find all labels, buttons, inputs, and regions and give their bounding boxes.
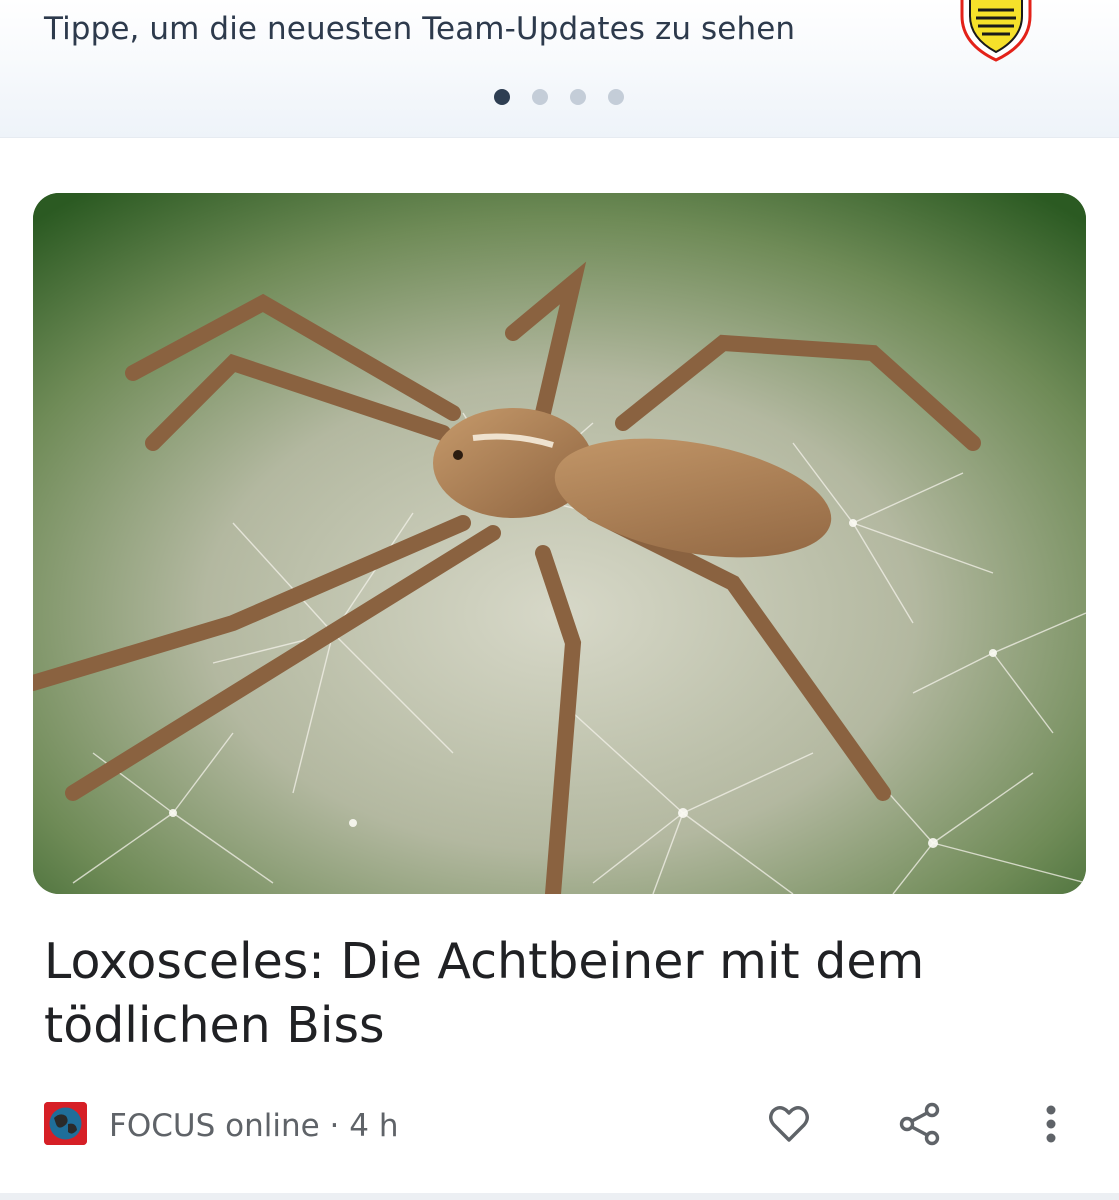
team-updates-prompt[interactable]: Tippe, um die neuesten Team-Updates zu s…: [44, 11, 795, 47]
source-name[interactable]: FOCUS online: [109, 1108, 320, 1144]
article-age: 4 h: [349, 1108, 399, 1144]
heart-icon: [769, 1106, 809, 1142]
article-meta-row: FOCUS online · 4 h: [44, 1100, 1084, 1150]
share-button[interactable]: [896, 1100, 944, 1148]
pager-dots: [494, 89, 624, 105]
pager-dot[interactable]: [532, 89, 548, 105]
like-button[interactable]: [765, 1100, 813, 1148]
pager-dot[interactable]: [608, 89, 624, 105]
source-label: FOCUS online · 4 h: [109, 1108, 398, 1144]
meta-separator: ·: [329, 1108, 340, 1144]
team-updates-card[interactable]: Tippe, um die neuesten Team-Updates zu s…: [0, 0, 1119, 138]
focus-online-logo-icon: [44, 1102, 87, 1145]
pager-dot[interactable]: [570, 89, 586, 105]
article-image[interactable]: [33, 193, 1086, 894]
card-divider: [0, 1193, 1119, 1200]
pager-dot-active[interactable]: [494, 89, 510, 105]
article-headline[interactable]: Loxosceles: Die Achtbeiner mit dem tödli…: [44, 930, 1044, 1058]
more-options-button[interactable]: [1027, 1100, 1075, 1148]
vfb-stuttgart-crest-icon[interactable]: [956, 0, 1036, 62]
more-vert-icon: [1046, 1105, 1056, 1143]
share-icon: [899, 1102, 940, 1146]
